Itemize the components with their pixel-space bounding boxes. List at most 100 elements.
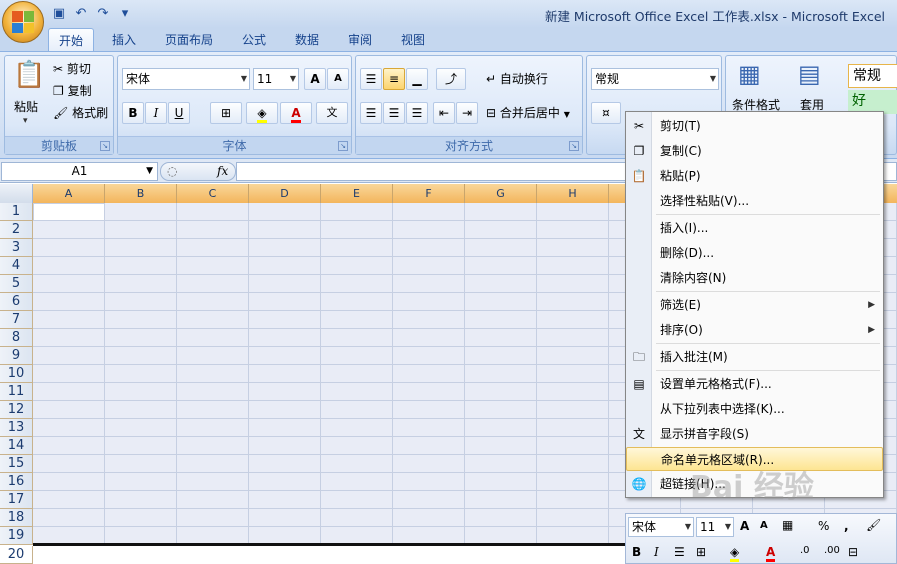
mini-format-painter-icon[interactable]: 🖌 (866, 518, 881, 532)
mini-italic-icon[interactable]: I (654, 545, 659, 559)
phonetic-button[interactable]: 文 (316, 102, 348, 124)
tab-formulas[interactable]: 公式 (230, 28, 278, 52)
tab-insert[interactable]: 插入 (100, 28, 148, 52)
currency-button[interactable]: ¤ (591, 102, 621, 124)
mini-increase-decimal-icon[interactable]: .0 (800, 545, 810, 556)
context-menu-item-12[interactable]: 文 显示拼音字段(S) (626, 422, 883, 446)
align-center-button[interactable]: ☰ (383, 102, 405, 124)
redo-icon[interactable]: ↷ (94, 5, 112, 23)
column-header-h[interactable]: H (537, 184, 609, 203)
align-middle-button[interactable]: ≡ (383, 68, 405, 90)
context-menu-item-5[interactable]: 删除(D)... (626, 241, 883, 265)
mini-percent-button[interactable]: % (818, 519, 829, 533)
mini-comma-button[interactable]: , (844, 519, 849, 533)
context-menu-item-7[interactable]: 筛选(E) ▶ (626, 293, 883, 317)
row-header-18[interactable]: 18 (0, 509, 33, 527)
align-top-button[interactable]: ☰ (360, 68, 382, 90)
orientation-button[interactable]: ⤴ (436, 68, 466, 90)
paste-dropdown-icon[interactable]: ▾ (23, 116, 28, 126)
tab-home[interactable]: 开始 (48, 28, 94, 52)
mini-decrease-decimal-icon[interactable]: .00 (824, 545, 840, 556)
shrink-font-button[interactable]: A (327, 68, 349, 90)
tab-data[interactable]: 数据 (283, 28, 331, 52)
font-size-combo[interactable]: 11 ▼ (253, 68, 299, 90)
row-header-11[interactable]: 11 (0, 383, 33, 401)
table-format-icon[interactable]: ▤ (798, 60, 821, 88)
row-header-13[interactable]: 13 (0, 419, 33, 437)
name-box[interactable]: A1 ▼ (1, 162, 158, 181)
mini-shrink-font-icon[interactable]: A (760, 520, 768, 531)
increase-indent-button[interactable]: ⇥ (456, 102, 478, 124)
conditional-format-icon[interactable]: ▦ (738, 60, 761, 88)
select-all-button[interactable] (0, 184, 33, 203)
context-menu-item-1[interactable]: ❐ 复制(C) (626, 139, 883, 163)
mini-font-combo[interactable]: 宋体 ▼ (628, 517, 694, 537)
row-header-20[interactable]: 20 (0, 546, 33, 564)
row-header-2[interactable]: 2 (0, 221, 33, 239)
row-header-10[interactable]: 10 (0, 365, 33, 383)
row-header-5[interactable]: 5 (0, 275, 33, 293)
font-launcher-icon[interactable]: ↘ (338, 141, 348, 151)
row-header-6[interactable]: 6 (0, 293, 33, 311)
formula-expand-icon[interactable]: ◌ (167, 164, 177, 178)
context-menu-item-10[interactable]: ▤ 设置单元格格式(F)... (626, 372, 883, 396)
undo-icon[interactable]: ↶ (72, 5, 90, 23)
mini-font-color-icon[interactable]: A (766, 545, 776, 562)
align-left-button[interactable]: ☰ (360, 102, 382, 124)
row-header-4[interactable]: 4 (0, 257, 33, 275)
row-header-9[interactable]: 9 (0, 347, 33, 365)
save-icon[interactable]: ▣ (50, 5, 68, 23)
row-header-7[interactable]: 7 (0, 311, 33, 329)
clipboard-launcher-icon[interactable]: ↘ (100, 141, 110, 151)
row-header-14[interactable]: 14 (0, 437, 33, 455)
paste-icon[interactable]: 📋 (13, 60, 45, 90)
context-menu-item-9[interactable]: 🗀 插入批注(M) (626, 345, 883, 369)
align-bottom-button[interactable]: ▁ (406, 68, 428, 90)
column-header-g[interactable]: G (465, 184, 537, 203)
context-menu-item-4[interactable]: 插入(I)... (626, 216, 883, 240)
alignment-launcher-icon[interactable]: ↘ (569, 141, 579, 151)
office-button[interactable] (2, 1, 44, 43)
row-header-12[interactable]: 12 (0, 401, 33, 419)
context-menu-item-2[interactable]: 📋 粘贴(P) (626, 164, 883, 188)
mini-bold-icon[interactable]: B (632, 545, 641, 559)
row-header-19[interactable]: 19 (0, 527, 33, 545)
mini-number-format-icon[interactable]: ▦ (782, 518, 793, 532)
mini-center-icon[interactable]: ☰ (674, 545, 685, 559)
align-right-button[interactable]: ☰ (406, 102, 428, 124)
border-button[interactable]: ⊞ (210, 102, 242, 124)
fill-color-button[interactable]: ◈ (246, 102, 278, 124)
mini-size-combo[interactable]: 11 ▼ (696, 517, 734, 537)
wrap-text-button[interactable]: ↵ 自动换行 (486, 70, 548, 87)
mini-merge-icon[interactable]: ⊟ (848, 545, 858, 559)
context-menu-item-6[interactable]: 清除内容(N) (626, 266, 883, 290)
font-name-combo[interactable]: 宋体 ▼ (122, 68, 250, 90)
number-format-combo[interactable]: 常规 ▼ (591, 68, 719, 90)
row-header-8[interactable]: 8 (0, 329, 33, 347)
mini-fill-color-icon[interactable]: ◈ (730, 545, 740, 562)
font-color-button[interactable]: A (280, 102, 312, 124)
format-painter-button[interactable]: 🖌 格式刷 (53, 104, 108, 121)
column-header-a[interactable]: A (33, 184, 105, 203)
grow-font-button[interactable]: A (304, 68, 326, 90)
column-header-d[interactable]: D (249, 184, 321, 203)
paste-button[interactable]: 粘贴 (14, 98, 38, 115)
row-header-15[interactable]: 15 (0, 455, 33, 473)
merge-center-button[interactable]: ⊟ 合并后居中 ▼ (486, 104, 570, 121)
tab-review[interactable]: 审阅 (336, 28, 384, 52)
column-header-e[interactable]: E (321, 184, 393, 203)
bold-button[interactable]: B (122, 102, 144, 124)
underline-button[interactable]: U (168, 102, 190, 124)
active-cell-a1[interactable] (33, 203, 105, 221)
context-menu-item-0[interactable]: ✂ 剪切(T) (626, 114, 883, 138)
tab-page-layout[interactable]: 页面布局 (156, 28, 222, 52)
customize-qat-icon[interactable]: ▾ (116, 5, 134, 23)
context-menu-item-3[interactable]: 选择性粘贴(V)... (626, 189, 883, 213)
row-header-16[interactable]: 16 (0, 473, 33, 491)
column-header-b[interactable]: B (105, 184, 177, 203)
style-normal[interactable]: 常规 (848, 64, 897, 88)
tab-view[interactable]: 视图 (389, 28, 437, 52)
mini-grow-font-icon[interactable]: A (740, 519, 749, 533)
context-menu-item-8[interactable]: 排序(O) ▶ (626, 318, 883, 342)
cut-button[interactable]: ✂ 剪切 (53, 60, 91, 77)
